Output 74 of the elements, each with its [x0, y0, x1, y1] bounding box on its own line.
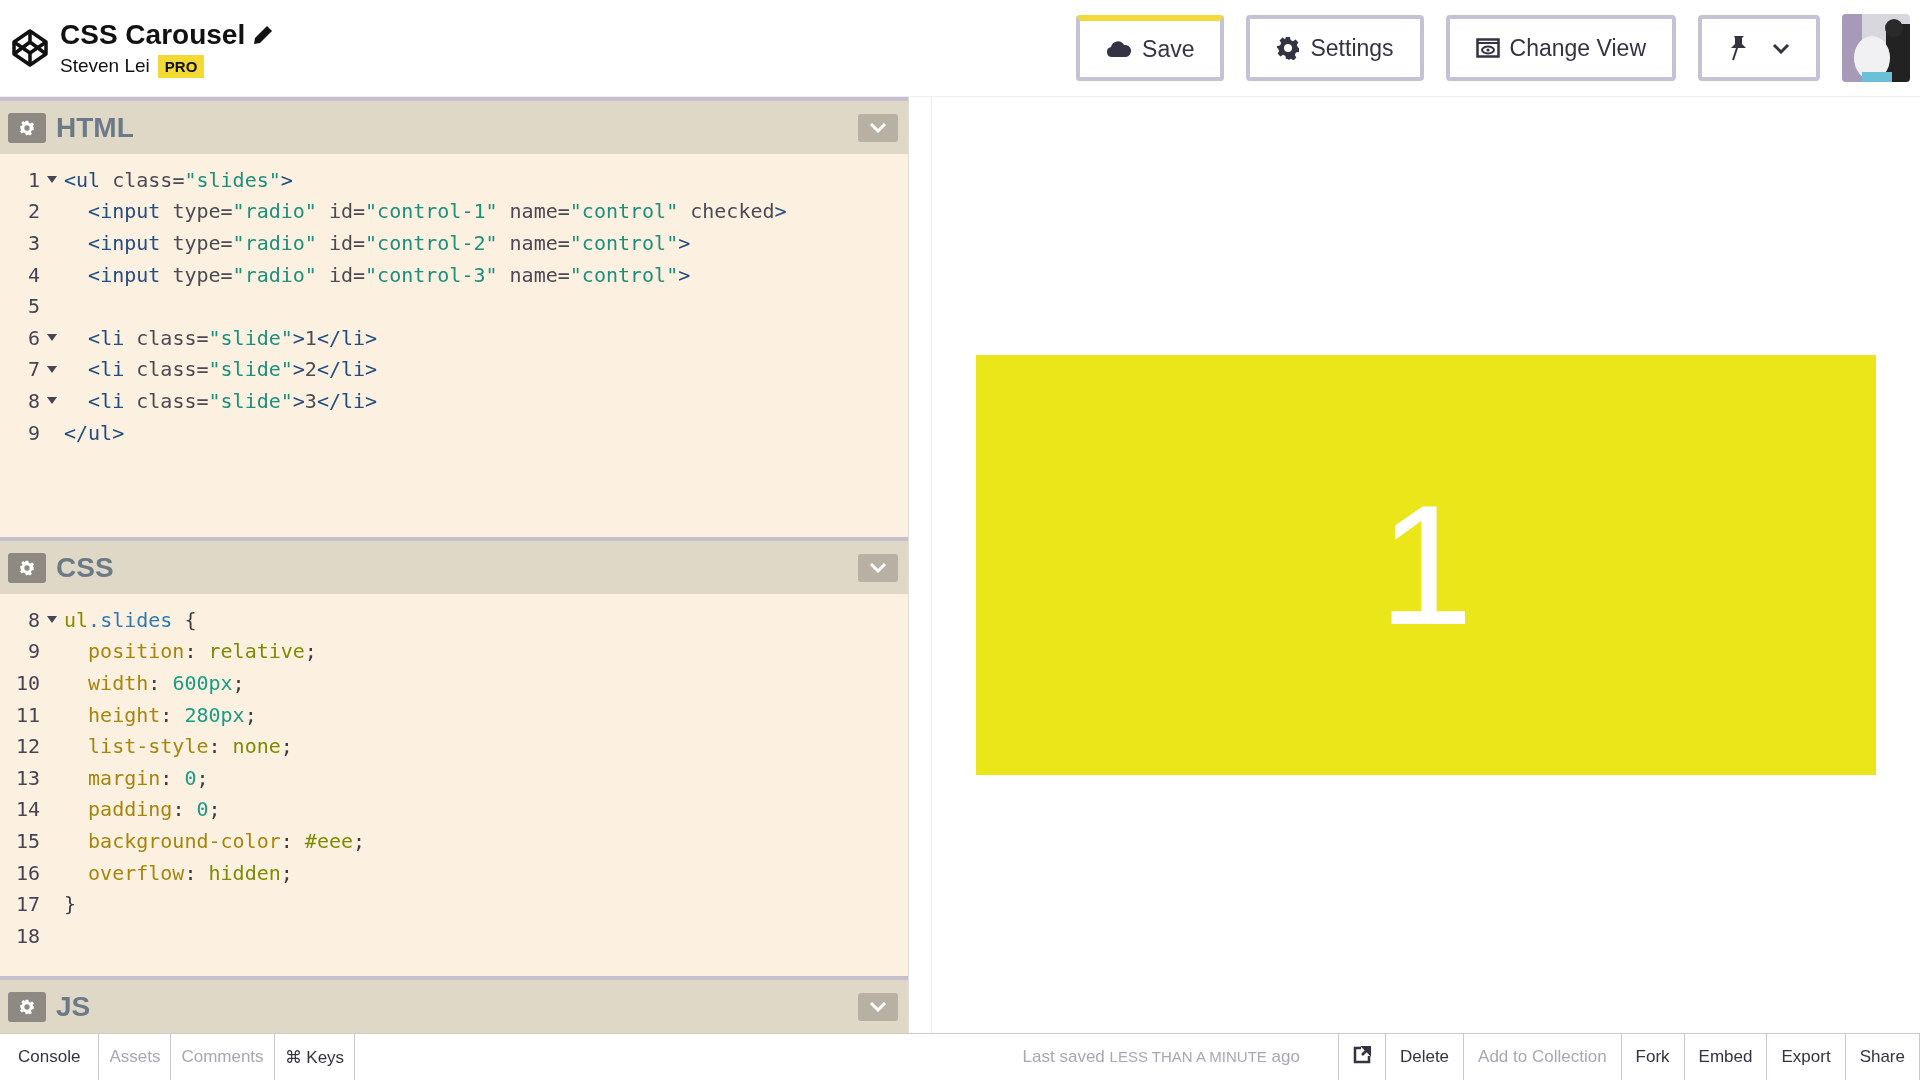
code-line: width: 600px; [87, 671, 245, 695]
pencil-icon[interactable] [253, 24, 274, 45]
line-number: 16 [14, 860, 40, 885]
cube-logo-icon [10, 28, 50, 68]
cloud-icon [1106, 40, 1133, 58]
line-number: 6 [26, 325, 40, 350]
gear-icon [19, 559, 35, 576]
pen-title: CSS Carousel [60, 18, 246, 51]
panel-settings-button[interactable] [8, 552, 46, 583]
code-editor[interactable]: 8 ul.slides { 9 position: relative; 10 width: 600px; 11 height: 280px; 12 list-style: none; 13 margin: 0; 14 padding: 0; 15 background-color: #eee; 16 overflow: hidden; 17 } 18 [0, 594, 908, 976]
line-number: 9 [26, 639, 40, 664]
pro-badge: PRO [157, 54, 205, 78]
line-number: 3 [26, 231, 40, 255]
line-number: 9 [26, 420, 40, 445]
code-line: <input type="radio" id="control-3" name="control"> [87, 262, 691, 287]
author-name[interactable]: Steven Lei [60, 55, 150, 77]
line-number: 10 [14, 671, 40, 695]
panel-title: JS [56, 990, 92, 1023]
code-line: <input type="radio" id="control-2" name="control"> [87, 231, 691, 255]
chevron-down-icon [1772, 42, 1790, 54]
panel-settings-button[interactable] [8, 991, 46, 1022]
line-number: 4 [26, 262, 40, 287]
gear-icon [19, 119, 35, 136]
fold-arrow-icon[interactable] [47, 616, 57, 624]
code-line: <ul class="slides"> [64, 167, 293, 192]
gear-icon [1276, 36, 1301, 60]
pin-menu-button[interactable] [1698, 15, 1820, 81]
line-number: 1 [26, 167, 40, 192]
line-number: 12 [14, 734, 40, 759]
line-number: 15 [14, 828, 40, 853]
panel-settings-button[interactable] [8, 112, 46, 143]
fold-arrow-icon[interactable] [47, 176, 57, 184]
code-line: position: relative; [87, 639, 317, 664]
code-line: padding: 0; [87, 797, 221, 822]
code-line: background-color: #eee; [87, 828, 366, 853]
line-number: 17 [14, 892, 40, 917]
code-line: } [64, 892, 77, 917]
line-number: 2 [26, 199, 40, 224]
slide-number: 1 [1378, 469, 1474, 662]
code-line: <li class="slide">3</li> [87, 388, 378, 413]
line-number: 8 [26, 388, 40, 413]
line-number: 5 [26, 294, 40, 319]
panel-title: HTML [56, 111, 135, 144]
external-link-icon [1352, 1045, 1371, 1064]
chevron-down-icon [869, 1001, 887, 1012]
fold-arrow-icon[interactable] [47, 397, 57, 405]
line-number: 14 [14, 797, 40, 822]
code-line: </ul> [64, 420, 125, 445]
line-number: 18 [14, 923, 40, 948]
eye-icon [1475, 38, 1500, 58]
gear-icon [19, 998, 35, 1015]
code-line: height: 280px; [87, 702, 257, 727]
code-line: margin: 0; [87, 765, 209, 790]
code-line: <li class="slide">1</li> [87, 325, 378, 350]
user-avatar[interactable] [1842, 14, 1910, 82]
panel-title: CSS [56, 551, 115, 584]
code-line: overflow: hidden; [87, 860, 293, 885]
chevron-down-icon [869, 122, 887, 133]
code-line: <input type="radio" id="control-1" name="control" checked> [87, 199, 787, 224]
line-number: 11 [14, 702, 40, 727]
line-number: 8 [26, 607, 40, 632]
chevron-down-icon [869, 562, 887, 573]
toolbar-button[interactable]: Change View [1445, 15, 1676, 81]
fold-arrow-icon[interactable] [47, 334, 57, 342]
toolbar-button[interactable]: Save [1076, 15, 1225, 81]
line-number: 13 [14, 765, 40, 790]
line-number: 7 [26, 357, 40, 382]
toolbar-button[interactable]: Settings [1246, 15, 1424, 81]
code-line: list-style: none; [87, 734, 293, 759]
code-line: <li class="slide">2</li> [87, 357, 378, 382]
code-line: ul.slides { [64, 607, 197, 632]
save-status: Last saved LESS THAN A MINUTE ago [1021, 1047, 1301, 1067]
open-external-button[interactable] [1337, 1034, 1386, 1080]
fold-arrow-icon[interactable] [47, 365, 57, 373]
